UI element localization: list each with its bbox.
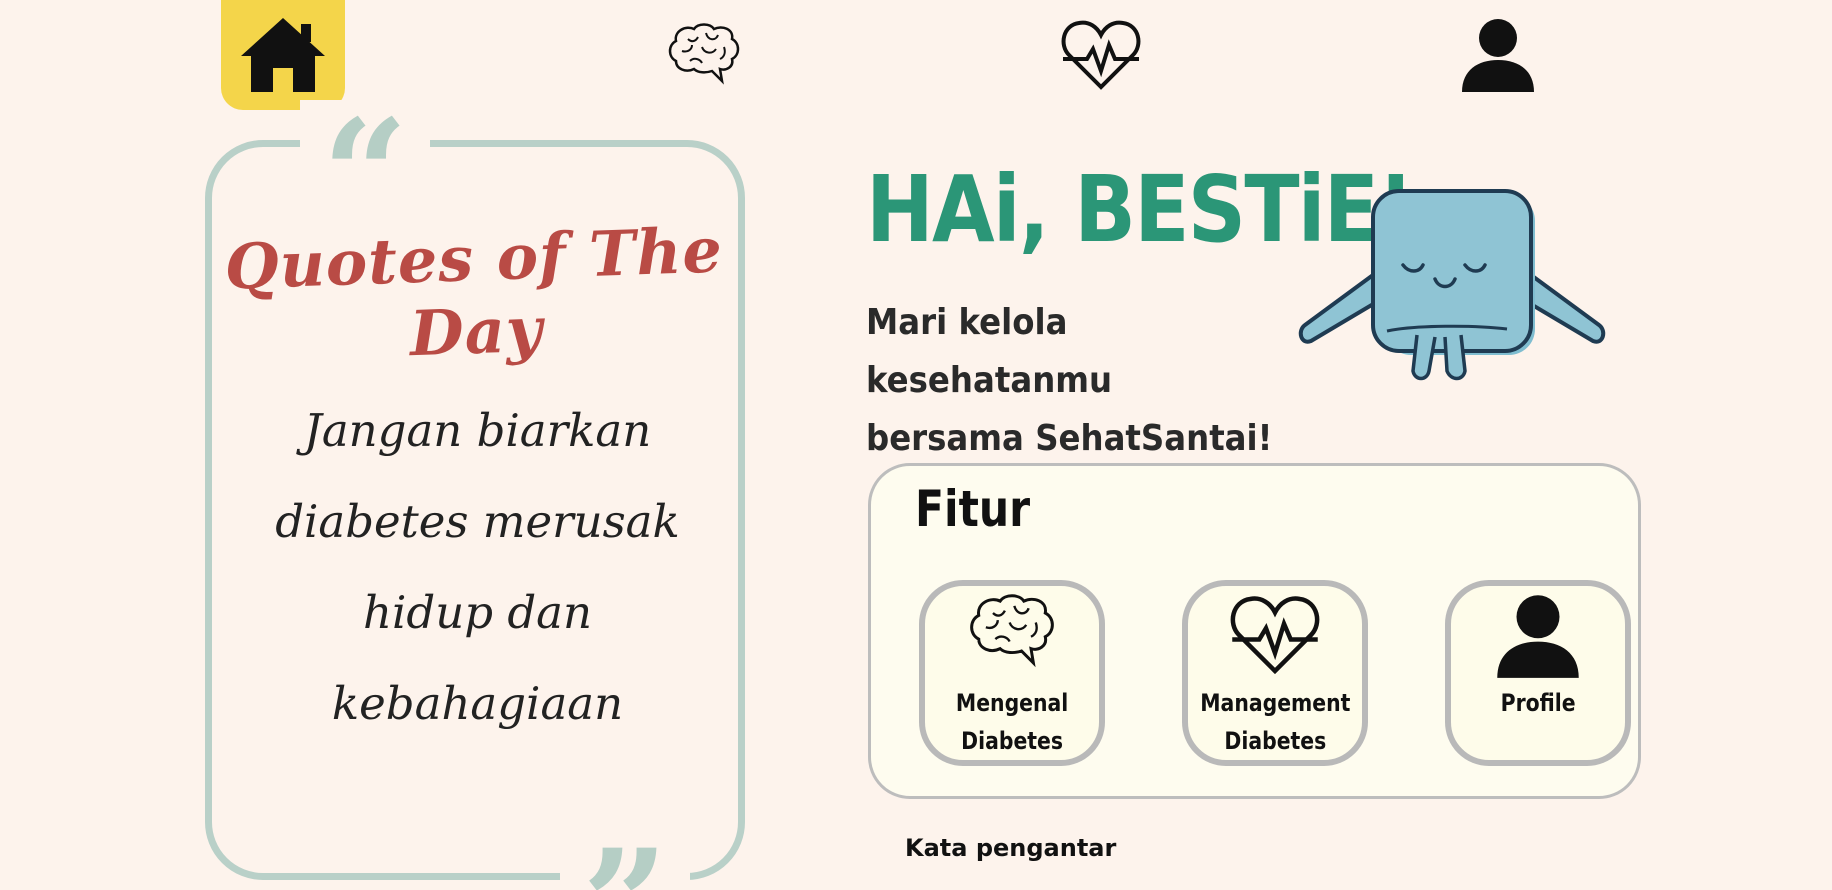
- feature-profile[interactable]: Profile: [1445, 580, 1631, 766]
- nav-brain[interactable]: [642, 0, 766, 110]
- feature-label-line: Management: [1199, 689, 1351, 717]
- feature-label: Mengenal Diabetes: [956, 684, 1068, 760]
- quote-line: hidup dan: [363, 586, 592, 639]
- feature-label-line: Profile: [1500, 689, 1576, 717]
- greeting-subtitle-line: bersama SehatSantai!: [866, 418, 1273, 459]
- features-panel: Fitur Mengenal Diabetes Management Diabe…: [868, 463, 1641, 799]
- user-icon: [1462, 19, 1534, 92]
- feature-label: Profile: [1501, 684, 1576, 722]
- greeting-subtitle: Mari kelola kesehatanmu bersama SehatSan…: [866, 294, 1289, 468]
- quote-line: diabetes merusak: [275, 495, 680, 548]
- nav-heart[interactable]: [1039, 0, 1163, 110]
- quote-line: Jangan biarkan: [303, 404, 652, 457]
- heart-pulse-icon: [1061, 20, 1141, 90]
- open-quote-icon: “: [300, 100, 431, 180]
- feature-label-line: Diabetes: [1224, 727, 1326, 755]
- greeting-subtitle-line: Mari kelola kesehatanmu: [866, 302, 1113, 401]
- intro-heading: Kata pengantar: [905, 834, 1117, 862]
- feature-label: Management Diabetes: [1200, 684, 1350, 760]
- quote-line: kebahagiaan: [331, 677, 624, 730]
- feature-label-line: Mengenal: [955, 689, 1069, 717]
- brain-icon: [970, 594, 1054, 668]
- mascot-illustration: [1298, 189, 1606, 381]
- feature-management-diabetes[interactable]: Management Diabetes: [1182, 580, 1368, 766]
- quote-title: Quotes of The Day: [223, 213, 724, 371]
- feature-label-line: Diabetes: [961, 727, 1063, 755]
- nav-profile[interactable]: [1436, 0, 1560, 110]
- close-quote-icon: ”: [560, 830, 691, 890]
- features-title: Fitur: [915, 480, 1031, 538]
- quote-text: Jangan biarkan diabetes merusak hidup da…: [245, 385, 710, 749]
- brain-icon: [668, 23, 740, 85]
- feature-mengenal-diabetes[interactable]: Mengenal Diabetes: [919, 580, 1105, 766]
- nav-home[interactable]: [221, 0, 345, 110]
- home-icon: [241, 18, 325, 92]
- heart-pulse-icon: [1230, 596, 1320, 675]
- user-icon: [1497, 595, 1579, 678]
